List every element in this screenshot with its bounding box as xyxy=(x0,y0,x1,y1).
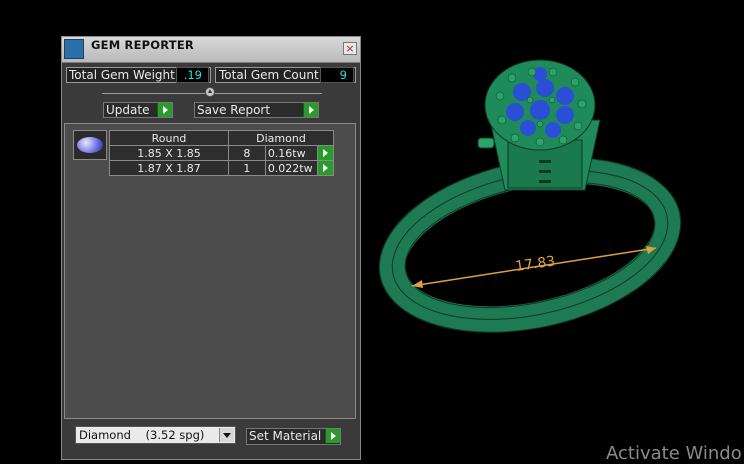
set-material-button[interactable]: Set Material xyxy=(246,428,341,445)
update-button[interactable]: Update xyxy=(103,102,173,118)
gem-weight: 0.16tw xyxy=(264,145,319,161)
total-gem-count-label: Total Gem Count xyxy=(219,68,319,82)
gem-size: 1.87 X 1.87 xyxy=(109,160,229,176)
title-bar[interactable]: GEM REPORTER × xyxy=(62,37,360,63)
collapse-toggle-icon[interactable] xyxy=(205,87,215,97)
total-gem-weight-label: Total Gem Weight xyxy=(69,68,175,82)
material-select[interactable]: Diamond (3.52 spg) xyxy=(75,426,236,444)
total-gem-count-value: 9 xyxy=(320,67,354,83)
total-gem-weight-value: .19 xyxy=(176,67,209,83)
dimension-label: 17.83 xyxy=(514,254,556,275)
play-arrow-icon xyxy=(325,429,340,443)
close-button[interactable]: × xyxy=(343,42,357,55)
save-report-label: Save Report xyxy=(197,103,271,117)
activate-windows-watermark: Activate Windo xyxy=(606,443,742,464)
column-shape: Round xyxy=(109,130,229,146)
gem-count: 8 xyxy=(228,145,266,161)
play-arrow-icon xyxy=(157,103,172,117)
gem-weight: 0.022tw xyxy=(264,160,319,176)
chevron-down-icon[interactable] xyxy=(219,428,234,442)
table-row[interactable]: 1.87 X 1.87 1 0.022tw xyxy=(109,160,334,176)
material-select-value: Diamond (3.52 spg) xyxy=(79,428,205,442)
gem-size: 1.85 X 1.85 xyxy=(109,145,229,161)
gem-reporter-panel: GEM REPORTER × Total Gem Weight .19 Tota… xyxy=(61,36,361,460)
gem-table: Round Diamond 1.85 X 1.85 8 0.16tw 1.87 … xyxy=(109,130,334,176)
gem-count: 1 xyxy=(228,160,266,176)
row-arrow-icon[interactable] xyxy=(317,160,334,176)
panel-title: GEM REPORTER xyxy=(91,38,194,52)
set-material-label: Set Material xyxy=(249,429,322,443)
table-row[interactable]: 1.85 X 1.85 8 0.16tw xyxy=(109,145,334,161)
column-material: Diamond xyxy=(228,130,334,146)
ring-model xyxy=(378,59,682,333)
gem-list: Round Diamond 1.85 X 1.85 8 0.16tw 1.87 … xyxy=(64,123,356,419)
update-label: Update xyxy=(106,103,150,117)
save-report-button[interactable]: Save Report xyxy=(194,102,319,118)
play-arrow-icon xyxy=(303,103,318,117)
round-gem-icon[interactable] xyxy=(73,130,107,160)
row-arrow-icon[interactable] xyxy=(317,145,334,161)
gem-reporter-icon xyxy=(64,39,84,59)
